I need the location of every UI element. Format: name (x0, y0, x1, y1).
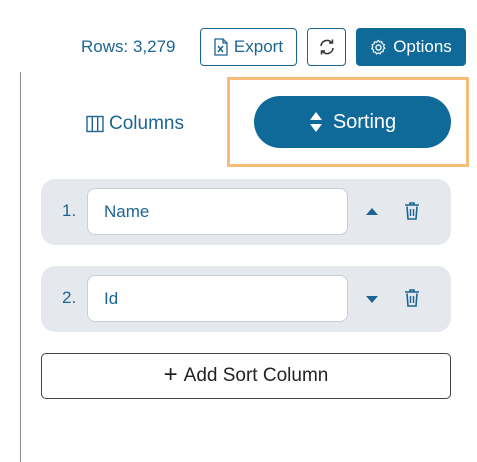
gear-icon (371, 39, 386, 55)
trash-icon[interactable] (403, 201, 421, 221)
options-label: Options (393, 37, 452, 56)
export-label: Export (233, 37, 284, 56)
columns-icon (86, 115, 104, 133)
rows-count: Rows: 3,279 (81, 37, 176, 56)
add-sort-column-label: Add Sort Column (183, 365, 329, 386)
caret-down-icon[interactable] (364, 291, 380, 307)
excel-file-icon (214, 38, 228, 56)
sort-icon (309, 112, 322, 132)
sort-row: 2. Id (41, 266, 451, 332)
left-divider (20, 72, 21, 462)
tab-sorting[interactable]: Sorting (254, 96, 451, 148)
refresh-icon (319, 39, 334, 55)
add-sort-column-button[interactable]: + Add Sort Column (41, 353, 451, 399)
sort-row-index: 1. (62, 201, 77, 220)
caret-up-icon[interactable] (364, 204, 380, 220)
tab-sorting-label: Sorting (332, 110, 397, 133)
sort-row-index: 2. (62, 288, 77, 307)
export-button[interactable]: Export (200, 28, 297, 66)
tab-columns-label: Columns (109, 113, 184, 134)
options-button[interactable]: Options (356, 28, 466, 66)
toolbar: Rows: 3,279 Export Options (0, 28, 477, 66)
plus-icon: + (163, 361, 178, 388)
sort-row: 1. Name (41, 179, 451, 245)
sort-column-select[interactable]: Id (87, 275, 348, 322)
sort-column-select[interactable]: Name (87, 188, 348, 235)
tab-columns[interactable]: Columns (86, 110, 184, 138)
trash-icon[interactable] (403, 288, 421, 308)
refresh-button[interactable] (307, 28, 346, 66)
